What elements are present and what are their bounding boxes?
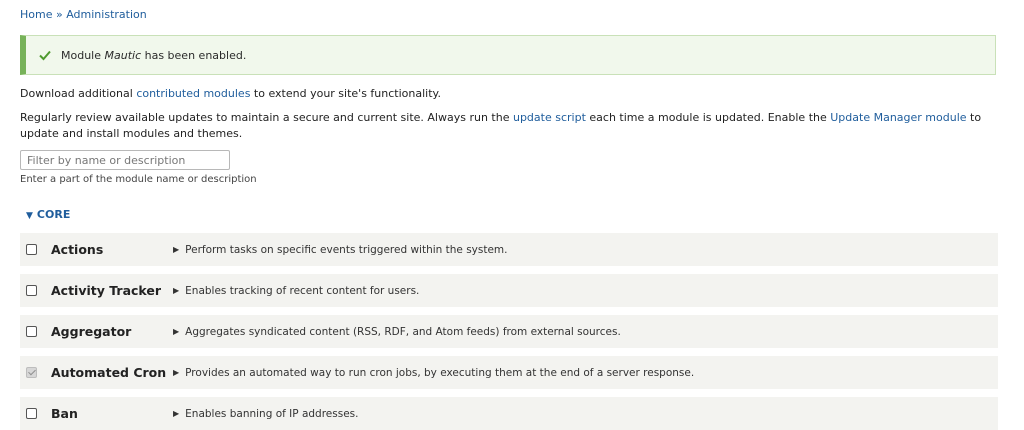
module-filter-input[interactable] — [20, 150, 230, 170]
triangle-right-icon: ▶ — [173, 368, 180, 377]
module-name: Automated Cron — [51, 365, 167, 380]
triangle-right-icon: ▶ — [173, 245, 180, 254]
breadcrumb: Home » Administration — [20, 8, 147, 21]
module-name: Activity Tracker — [51, 283, 162, 298]
breadcrumb-home-link[interactable]: Home — [20, 8, 52, 21]
triangle-down-icon: ▼ — [26, 211, 33, 221]
triangle-right-icon: ▶ — [173, 409, 180, 418]
triangle-right-icon: ▶ — [173, 286, 180, 295]
breadcrumb-administration-link[interactable]: Administration — [66, 8, 147, 21]
update-manager-link[interactable]: Update Manager module — [830, 111, 966, 124]
module-row-activity-tracker: Activity Tracker ▶ Enables tracking of re… — [20, 274, 998, 307]
module-description: Perform tasks on specific events trigger… — [185, 243, 508, 256]
filter-help-text: Enter a part of the module name or descr… — [20, 174, 257, 185]
module-description: Aggregates syndicated content (RSS, RDF,… — [185, 325, 621, 338]
enabled-module-name: Mautic — [104, 48, 142, 62]
module-checkbox[interactable] — [26, 408, 37, 419]
module-checkbox[interactable] — [26, 285, 37, 296]
module-row-aggregator: Aggregator ▶ Aggregates syndicated conten… — [20, 315, 998, 348]
module-checkbox[interactable] — [26, 326, 37, 337]
module-description: Enables banning of IP addresses. — [185, 407, 359, 420]
triangle-right-icon: ▶ — [173, 327, 180, 336]
module-description-toggle[interactable]: ▶ Provides an automated way to run cron j… — [173, 367, 694, 379]
module-description-toggle[interactable]: ▶ Perform tasks on specific events trigge… — [173, 244, 508, 256]
module-description-toggle[interactable]: ▶ Enables tracking of recent content for … — [173, 285, 419, 297]
module-row-ban: Ban ▶ Enables banning of IP addresses. — [20, 397, 998, 430]
download-modules-text: Download additional contributed modules … — [20, 87, 441, 100]
module-checkbox[interactable] — [26, 244, 37, 255]
module-row-actions: Actions ▶ Perform tasks on specific event… — [20, 233, 998, 266]
module-description-toggle[interactable]: ▶ Enables banning of IP addresses. — [173, 408, 358, 420]
module-row-automated-cron: Automated Cron ▶ Provides an automated wa… — [20, 356, 998, 389]
core-group-toggle[interactable]: ▼ CORE — [26, 208, 70, 221]
update-script-link[interactable]: update script — [513, 111, 586, 124]
module-checkbox-disabled — [26, 367, 37, 378]
module-description-toggle[interactable]: ▶ Aggregates syndicated content (RSS, RDF… — [173, 326, 621, 338]
module-name: Aggregator — [51, 324, 132, 339]
module-description: Enables tracking of recent content for u… — [185, 284, 420, 297]
module-description: Provides an automated way to run cron jo… — [185, 366, 695, 379]
status-message: Module Mautic has been enabled. — [20, 35, 996, 75]
module-name: Actions — [51, 242, 104, 257]
breadcrumb-separator: » — [55, 8, 63, 21]
core-group-label: CORE — [36, 208, 71, 221]
checkmark-icon — [39, 50, 51, 61]
status-message-text: Module Mautic has been enabled. — [61, 48, 247, 62]
contributed-modules-link[interactable]: contributed modules — [136, 87, 250, 100]
updates-text: Regularly review available updates to ma… — [20, 111, 982, 140]
